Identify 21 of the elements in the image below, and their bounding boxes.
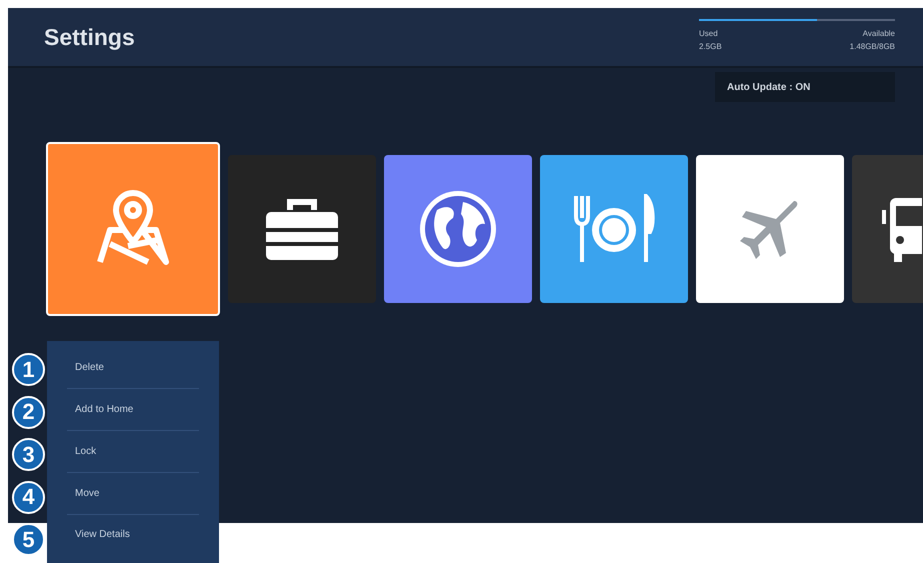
- page-title: Settings: [44, 24, 135, 52]
- used-label: Used: [699, 29, 718, 38]
- menu-item[interactable]: Move: [67, 473, 199, 515]
- briefcase-icon: [264, 196, 340, 262]
- number-badge: 5: [12, 523, 45, 556]
- app-tile[interactable]: [540, 155, 688, 303]
- available-value: 1.48GB/8GB: [850, 42, 895, 51]
- available-label: Available: [862, 29, 895, 38]
- app-tile[interactable]: [696, 155, 844, 303]
- app-tile[interactable]: [384, 155, 532, 303]
- globe-icon: [417, 188, 499, 270]
- app-tile[interactable]: [228, 155, 376, 303]
- menu-item[interactable]: Delete: [67, 347, 199, 389]
- app-tile[interactable]: [852, 155, 923, 303]
- menu-item[interactable]: View Details: [67, 515, 199, 553]
- menu-item[interactable]: Add to Home: [67, 389, 199, 431]
- auto-update-button[interactable]: Auto Update : ON: [715, 72, 895, 102]
- app-tile[interactable]: [46, 142, 220, 316]
- plate-cutlery-icon: [572, 194, 656, 264]
- menu-item[interactable]: Lock: [67, 431, 199, 473]
- used-value: 2.5GB: [699, 42, 722, 51]
